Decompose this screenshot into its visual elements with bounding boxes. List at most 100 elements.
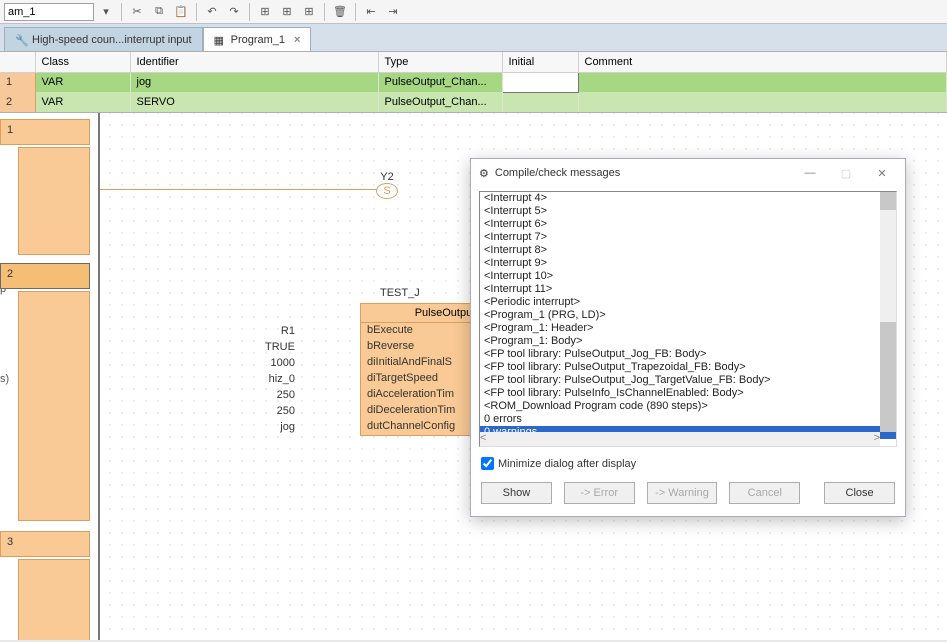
side-labels: p s)	[0, 283, 14, 463]
message-item[interactable]: <Interrupt 4>	[480, 192, 896, 205]
redo-icon[interactable]: ↷	[224, 2, 244, 22]
dropdown-icon[interactable]: ▾	[96, 2, 116, 22]
col-class[interactable]: Class	[35, 52, 130, 72]
message-item[interactable]: <Interrupt 9>	[480, 257, 896, 270]
cell-type[interactable]: PulseOutput_Chan...	[378, 92, 502, 112]
maximize-icon[interactable]: ▢	[831, 163, 861, 183]
network-body-1[interactable]	[18, 147, 90, 255]
message-item[interactable]: <FP tool library: PulseInfo_IsChannelEna…	[480, 387, 896, 400]
goto-error-button[interactable]: -> Error	[564, 482, 635, 504]
minimize-checkbox-row[interactable]: Minimize dialog after display	[471, 451, 905, 476]
cell-class[interactable]: VAR	[35, 92, 130, 112]
grid-row[interactable]: 2 VAR SERVO PulseOutput_Chan...	[0, 92, 947, 112]
message-item[interactable]: <ROM_Download Program code (890 steps)>	[480, 400, 896, 413]
delete-icon[interactable]: 🗑	[330, 2, 350, 22]
network-body-2[interactable]	[18, 291, 90, 521]
network-icon-2[interactable]: ⊞	[277, 2, 297, 22]
dialog-buttons: Show -> Error -> Warning Cancel Close	[471, 476, 905, 516]
cut-icon[interactable]: ✂	[127, 2, 147, 22]
col-initial[interactable]: Initial	[502, 52, 578, 72]
fb-input[interactable]: hiz_0	[265, 373, 301, 389]
col-type[interactable]: Type	[378, 52, 502, 72]
network-icon-1[interactable]: ⊞	[255, 2, 275, 22]
message-list[interactable]: <Interrupt 4><Interrupt 5><Interrupt 6><…	[479, 191, 897, 447]
cancel-button[interactable]: Cancel	[729, 482, 800, 504]
compile-dialog: ⚙ Compile/check messages — ▢ ✕ <Interrup…	[470, 158, 906, 517]
close-icon[interactable]: ✕	[867, 163, 897, 183]
message-item[interactable]: 0 errors	[480, 413, 896, 426]
power-rail	[98, 113, 100, 640]
compile-icon: ⚙	[479, 167, 489, 180]
message-item[interactable]: <Interrupt 6>	[480, 218, 896, 231]
dialog-titlebar[interactable]: ⚙ Compile/check messages — ▢ ✕	[471, 159, 905, 187]
coil-set-icon: S	[376, 183, 398, 199]
main-toolbar: ▾ ✂ ⧉ 📋 ↶ ↷ ⊞ ⊞ ⊞ 🗑 ⇤ ⇥	[0, 0, 947, 24]
network-header-2[interactable]: 2	[0, 263, 90, 289]
network-header-3[interactable]: 3	[0, 531, 90, 557]
doc-name-field[interactable]	[4, 3, 94, 21]
col-identifier[interactable]: Identifier	[130, 52, 378, 72]
paste-icon[interactable]: 📋	[171, 2, 191, 22]
tab-highspeed[interactable]: 🔧 High-speed coun...interrupt input	[4, 27, 203, 51]
document-tabs: 🔧 High-speed coun...interrupt input ▦ Pr…	[0, 24, 947, 51]
fb-input[interactable]: 250	[265, 405, 301, 421]
cell-class[interactable]: VAR	[35, 72, 130, 92]
goto-warning-button[interactable]: -> Warning	[647, 482, 718, 504]
network-icon-3[interactable]: ⊞	[299, 2, 319, 22]
fb-instance-name[interactable]: TEST_J	[380, 287, 420, 299]
cell-type[interactable]: PulseOutput_Chan...	[378, 72, 502, 92]
grid-row[interactable]: 1 VAR jog PulseOutput_Chan...	[0, 72, 947, 92]
fb-input[interactable]: 1000	[265, 357, 301, 373]
fb-input[interactable]: 250	[265, 389, 301, 405]
message-item[interactable]: <Interrupt 7>	[480, 231, 896, 244]
col-comment[interactable]: Comment	[578, 52, 947, 72]
scroll-down-icon[interactable]	[880, 414, 896, 432]
message-item[interactable]: <FP tool library: PulseOutput_Jog_Target…	[480, 374, 896, 387]
message-item[interactable]: <Program_1: Body>	[480, 335, 896, 348]
message-item[interactable]: <FP tool library: PulseOutput_Trapezoida…	[480, 361, 896, 374]
minimize-icon[interactable]: —	[795, 163, 825, 183]
wire	[100, 189, 380, 190]
network-header-1[interactable]: 1	[0, 119, 90, 145]
scrollbar-horizontal[interactable]: <>	[480, 432, 880, 446]
indent-left-icon[interactable]: ⇤	[361, 2, 381, 22]
fb-input-values: R1 TRUE 1000 hiz_0 250 250 jog	[265, 325, 301, 437]
copy-icon[interactable]: ⧉	[149, 2, 169, 22]
cell-comment[interactable]	[578, 92, 947, 112]
tab-label: High-speed coun...interrupt input	[32, 34, 192, 46]
scroll-thumb[interactable]	[880, 322, 896, 417]
cell-identifier[interactable]: SERVO	[130, 92, 378, 112]
scroll-up-icon[interactable]	[880, 192, 896, 210]
message-item[interactable]: <Program_1: Header>	[480, 322, 896, 335]
message-item[interactable]: <Interrupt 5>	[480, 205, 896, 218]
show-button[interactable]: Show	[481, 482, 552, 504]
fb-input[interactable]: TRUE	[265, 341, 301, 357]
message-item[interactable]: <FP tool library: PulseOutput_Jog_FB: Bo…	[480, 348, 896, 361]
side-label: s)	[0, 373, 14, 463]
cell-identifier[interactable]: jog	[130, 72, 378, 92]
cell-initial[interactable]	[502, 72, 578, 92]
message-item[interactable]: <Interrupt 10>	[480, 270, 896, 283]
col-num	[0, 52, 35, 72]
program-icon: ▦	[214, 34, 226, 46]
message-item[interactable]: <Program_1 (PRG, LD)>	[480, 309, 896, 322]
output-coil[interactable]: Y2 S	[376, 171, 398, 199]
dialog-title: Compile/check messages	[495, 167, 620, 179]
cell-comment[interactable]	[578, 72, 947, 92]
network-body-3[interactable]	[18, 559, 90, 640]
minimize-checkbox[interactable]	[481, 457, 494, 470]
grid-header-row: Class Identifier Type Initial Comment	[0, 52, 947, 72]
message-item[interactable]: <Periodic interrupt>	[480, 296, 896, 309]
indent-right-icon[interactable]: ⇥	[383, 2, 403, 22]
close-icon[interactable]: ×	[294, 34, 300, 46]
message-item[interactable]: <Interrupt 11>	[480, 283, 896, 296]
undo-icon[interactable]: ↶	[202, 2, 222, 22]
fb-input[interactable]: R1	[265, 325, 301, 341]
wrench-icon: 🔧	[15, 34, 27, 46]
cell-initial[interactable]	[502, 92, 578, 112]
message-item[interactable]: <Interrupt 8>	[480, 244, 896, 257]
scrollbar-vertical[interactable]	[880, 192, 896, 432]
fb-input[interactable]: jog	[265, 421, 301, 437]
tab-program1[interactable]: ▦ Program_1 ×	[203, 27, 312, 51]
close-button[interactable]: Close	[824, 482, 895, 504]
